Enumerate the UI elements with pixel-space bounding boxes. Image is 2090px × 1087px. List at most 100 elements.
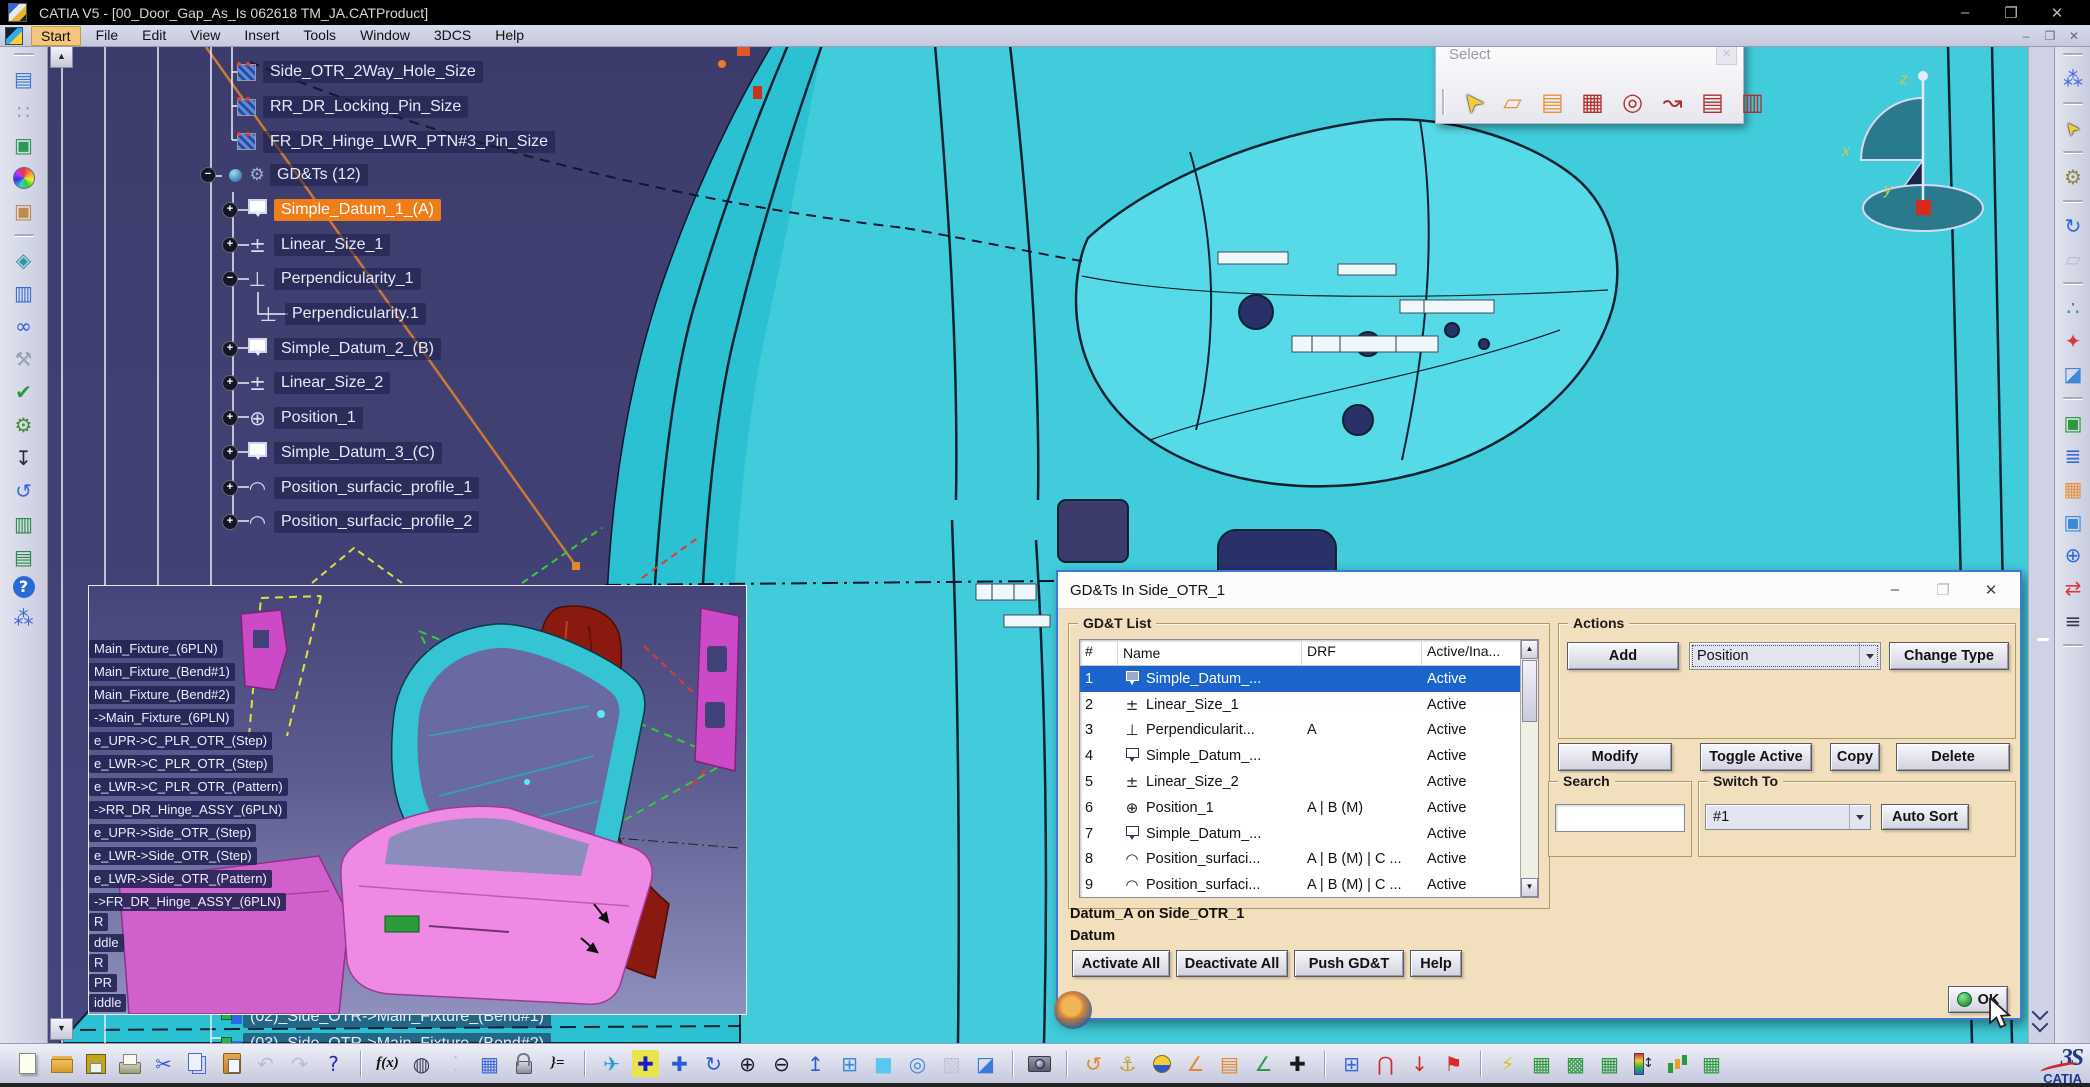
- help-button[interactable]: Help: [1410, 950, 1462, 977]
- tree-item[interactable]: +◠Position_surfacic_profile_1: [200, 470, 479, 505]
- table-cell[interactable]: Active: [1422, 671, 1506, 687]
- activate-all-button[interactable]: Activate All: [1072, 950, 1170, 977]
- gdt-table[interactable]: # Name DRF Active/Ina... 1Simple_Datum_.…: [1079, 639, 1539, 898]
- customize-tools-icon[interactable]: ⚒: [10, 345, 37, 372]
- scrollbar-thumb[interactable]: [1522, 660, 1537, 722]
- collapse-icon[interactable]: −: [200, 167, 216, 183]
- grid-add-icon[interactable]: ⊞: [1338, 1050, 1365, 1077]
- assembly-cubes-icon[interactable]: ▣: [2060, 409, 2087, 436]
- view-cube-icon[interactable]: ▣: [10, 197, 37, 224]
- tree-item-label[interactable]: GD&Ts (12): [270, 164, 368, 186]
- expand-icon[interactable]: +: [222, 375, 238, 391]
- deactivate-all-button[interactable]: Deactivate All: [1176, 950, 1288, 977]
- select-cursor-icon[interactable]: [2060, 114, 2087, 141]
- expand-icon[interactable]: +: [222, 445, 238, 461]
- table-cell[interactable]: A | B (M): [1302, 800, 1422, 816]
- tree-item[interactable]: +⊕Position_1: [200, 401, 479, 436]
- menu-edit[interactable]: Edit: [133, 26, 175, 46]
- tree-item-label[interactable]: Simple_Datum_2_(B): [274, 338, 441, 360]
- close-icon[interactable]: ✕: [2062, 29, 2086, 43]
- table-cell[interactable]: Active: [1422, 800, 1506, 816]
- open-folder-icon[interactable]: [48, 1050, 75, 1077]
- color-wheel-icon[interactable]: [10, 164, 37, 191]
- clamp-icon[interactable]: ⋂: [1372, 1050, 1399, 1077]
- push-gdt-button[interactable]: Push GD&T: [1294, 950, 1404, 977]
- expand-icon[interactable]: +: [222, 202, 238, 218]
- toggle-active-button[interactable]: Toggle Active: [1700, 743, 1812, 771]
- tree-item-label[interactable]: Perpendicularity.1: [285, 303, 426, 325]
- history-save-icon[interactable]: ↺: [10, 477, 37, 504]
- close-icon[interactable]: ✕: [2034, 4, 2080, 22]
- menu-help[interactable]: Help: [486, 26, 533, 46]
- knowledge-globe-icon[interactable]: ◍: [408, 1050, 435, 1077]
- collapse-icon[interactable]: −: [222, 271, 238, 287]
- tree-item-label[interactable]: Linear_Size_1: [274, 234, 390, 256]
- table-cell[interactable]: 6: [1080, 800, 1118, 816]
- copy-button[interactable]: Copy: [1830, 743, 1880, 771]
- change-type-button[interactable]: Change Type: [1889, 642, 2009, 670]
- menubar[interactable]: StartFileEditViewInsertToolsWindow3DCSHe…: [0, 25, 2090, 47]
- tree-item[interactable]: +±Linear_Size_1: [200, 227, 479, 262]
- help-circle-icon[interactable]: ?: [13, 576, 35, 598]
- table-cell[interactable]: A: [1302, 722, 1422, 738]
- tree-item-label[interactable]: FR_DR_Hinge_LWR_PTN#3_Pin_Size: [263, 131, 555, 153]
- app-titlebar[interactable]: CATIA V5 - [00_Door_Gap_As_Is 062618 TM_…: [0, 0, 2090, 25]
- gdt-dialog[interactable]: GD&Ts In Side_OTR_1 – ❐ ✕ GD&T List # Na…: [1056, 570, 2022, 1020]
- table-cell[interactable]: ◠Position_surfaci...: [1118, 876, 1302, 894]
- table-cell[interactable]: A | B (M) | C ...: [1302, 877, 1422, 893]
- expand-icon[interactable]: +: [222, 480, 238, 496]
- gear-select-icon[interactable]: ⚙: [2060, 163, 2087, 190]
- tree-item[interactable]: +±Linear_Size_2: [200, 366, 479, 401]
- tree-scroll-down-button[interactable]: ▼: [50, 1018, 73, 1040]
- menu-start[interactable]: Start: [31, 26, 81, 46]
- table-cell[interactable]: Active: [1422, 851, 1506, 867]
- delete-button[interactable]: Delete: [1896, 743, 2010, 771]
- paste-icon[interactable]: [218, 1050, 245, 1077]
- copy-icon[interactable]: [184, 1050, 211, 1077]
- bottom-toolbar[interactable]: 3S CATIA ✂↶↷?f(x)◍⁚▦}=✈✚✚↻⊕⊖↥⊞■◎▨◪↺⚓∠▤∠✚…: [0, 1043, 2090, 1083]
- check-analysis-icon[interactable]: ✔: [10, 378, 37, 405]
- sim-grid-3-icon[interactable]: ▦: [1596, 1050, 1623, 1077]
- left-toolbar[interactable]: ▤∷▣▣◈▥∞⚒✔⚙↧↺▥▤?⁂: [0, 46, 48, 1043]
- tree-item-label[interactable]: Simple_Datum_1_(A): [274, 199, 441, 221]
- tree-item-label[interactable]: Side_OTR_2Way_Hole_Size: [263, 61, 483, 83]
- tree-item-label[interactable]: Linear_Size_2: [274, 372, 390, 394]
- column-header-name[interactable]: Name: [1118, 640, 1302, 665]
- print-icon[interactable]: [116, 1050, 143, 1077]
- restore-icon[interactable]: ❐: [1988, 4, 2034, 22]
- mesh-orange-icon[interactable]: ▦: [2060, 475, 2087, 502]
- expand-icon[interactable]: +: [222, 341, 238, 357]
- gdt-table-header[interactable]: # Name DRF Active/Ina...: [1080, 640, 1538, 666]
- rotate-icon[interactable]: ↻: [700, 1050, 727, 1077]
- toolbar-grip[interactable]: [1442, 89, 1444, 115]
- tree-item[interactable]: ⊥Perpendicularity.1: [200, 297, 479, 332]
- pin-plane-icon[interactable]: ✦: [2060, 327, 2087, 354]
- menu-insert[interactable]: Insert: [235, 26, 288, 46]
- gdt-table-row[interactable]: 1Simple_Datum_...Active: [1080, 666, 1538, 692]
- scroll-up-icon[interactable]: ▲: [1521, 640, 1538, 659]
- formula-fx-icon[interactable]: f(x): [374, 1050, 401, 1077]
- wireframe-disabled-icon[interactable]: ▨: [938, 1050, 965, 1077]
- menu-tools[interactable]: Tools: [294, 26, 345, 46]
- quick-view-icon[interactable]: ⊞: [836, 1050, 863, 1077]
- layer-filter-icon[interactable]: ◈: [10, 246, 37, 273]
- right-toolbar[interactable]: ⁂⚙↻▱∴✦◪▣≣▦▣⊕⇄≡: [2054, 46, 2090, 1043]
- tree-item[interactable]: Side_OTR_2Way_Hole_Size: [200, 55, 555, 90]
- selection-catalog-icon[interactable]: ▤: [1537, 86, 1568, 117]
- table-cell[interactable]: 5: [1080, 774, 1118, 790]
- measure-between-icon[interactable]: ≣: [2060, 442, 2087, 469]
- gdt-table-row[interactable]: 5±Linear_Size_2Active: [1080, 769, 1538, 795]
- minimize-icon[interactable]: –: [2014, 29, 2038, 43]
- histogram-icon[interactable]: [1664, 1050, 1691, 1077]
- tree-item-label[interactable]: Position_surfacic_profile_2: [274, 511, 479, 533]
- chevron-down-icon[interactable]: [1849, 805, 1870, 829]
- table-cell[interactable]: Simple_Datum_...: [1118, 747, 1302, 765]
- hide-show-icon[interactable]: ◪: [972, 1050, 999, 1077]
- table-cell[interactable]: 4: [1080, 748, 1118, 764]
- select-toolbar[interactable]: Select ✕ ▱▤▦◎↝▤▥: [1435, 38, 1744, 124]
- gdt-table-row[interactable]: 4Simple_Datum_...Active: [1080, 743, 1538, 769]
- menu-view[interactable]: View: [181, 26, 229, 46]
- tree-item[interactable]: +◠Position_surfacic_profile_2: [200, 505, 479, 540]
- table-cell[interactable]: 7: [1080, 826, 1118, 842]
- product-structure-icon[interactable]: ▤: [10, 65, 37, 92]
